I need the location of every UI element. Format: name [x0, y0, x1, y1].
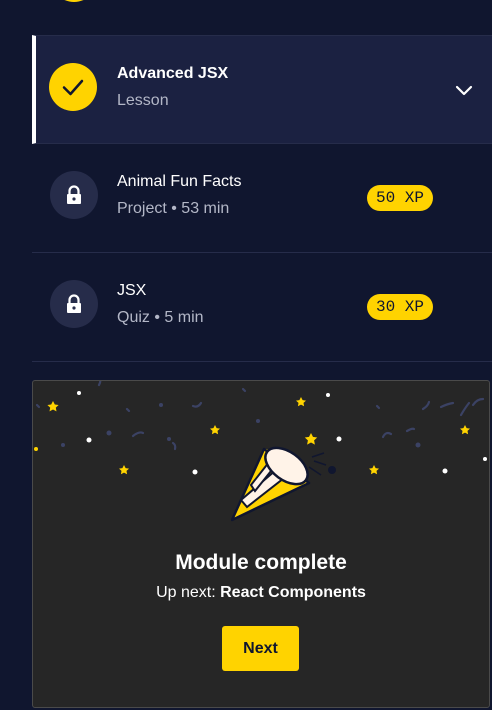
item-type-duration: Quiz • 5 min	[117, 309, 204, 326]
list-item-jsx-quiz[interactable]: JSX Quiz • 5 min 30 XP	[32, 253, 492, 362]
module-complete-card: Module complete Up next: React Component…	[32, 380, 490, 708]
lock-icon	[50, 171, 98, 219]
module-complete-title: Module complete	[175, 551, 347, 574]
party-popper-icon	[231, 446, 336, 522]
up-next-prefix: Up next:	[156, 584, 216, 601]
module-item-list: Advanced JSX Lesson Animal Fun Facts Pro…	[0, 0, 492, 710]
chevron-down-icon[interactable]	[454, 80, 474, 100]
item-type-duration: Project • 53 min	[117, 200, 230, 217]
up-next-module-name: React Components	[220, 584, 366, 601]
item-title: Animal Fun Facts	[117, 173, 242, 190]
item-type: Lesson	[117, 92, 169, 109]
previous-item-check-icon	[50, 0, 98, 2]
checkmark-icon	[49, 63, 97, 111]
item-title: JSX	[117, 282, 147, 299]
xp-badge: 30 XP	[367, 294, 434, 320]
list-item-animal-fun-facts[interactable]: Animal Fun Facts Project • 53 min 50 XP	[32, 144, 492, 253]
next-button[interactable]: Next	[222, 626, 299, 671]
xp-badge: 50 XP	[367, 185, 434, 211]
up-next-text: Up next: React Components	[33, 584, 489, 602]
item-title: Advanced JSX	[117, 65, 229, 82]
lock-icon	[50, 280, 98, 328]
list-item-advanced-jsx[interactable]: Advanced JSX Lesson	[32, 35, 492, 144]
